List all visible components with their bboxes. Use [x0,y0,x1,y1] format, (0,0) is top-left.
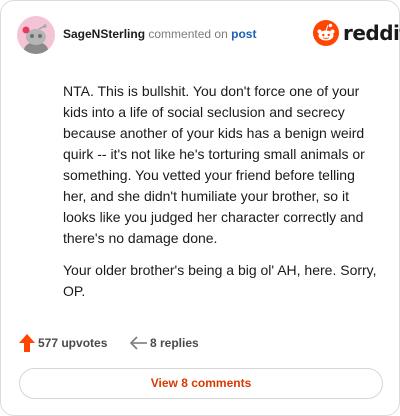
post-link[interactable]: post [231,27,256,41]
commented-on-label: commented on [148,27,228,41]
comment-header: SageNSterling commented on post reddit [17,16,400,56]
snoo-avatar-icon [22,24,48,54]
comment-card: SageNSterling commented on post reddit N… [0,0,400,416]
comment-body: NTA. This is bullshit. You don't force o… [63,81,381,313]
comment-paragraph: NTA. This is bullshit. You don't force o… [63,83,365,246]
brand-wordmark: reddit [343,21,400,45]
view-comments-button[interactable]: View 8 comments [19,368,383,399]
reply-arrow-icon[interactable] [130,335,148,351]
reply-count[interactable]: 8 replies [150,336,199,350]
user-avatar[interactable] [17,16,55,54]
upvote-arrow-icon[interactable] [19,334,35,352]
reddit-brand[interactable]: reddit [313,20,400,48]
upvote-count: 577 upvotes [38,336,108,350]
comment-meta: SageNSterling commented on post [63,27,256,42]
username-link[interactable]: SageNSterling [63,27,145,41]
reddit-logo-icon [313,20,339,46]
comment-paragraph: Your older brother's being a big ol' AH,… [63,262,377,299]
comment-actions: 577 upvotes 8 replies [19,333,319,355]
